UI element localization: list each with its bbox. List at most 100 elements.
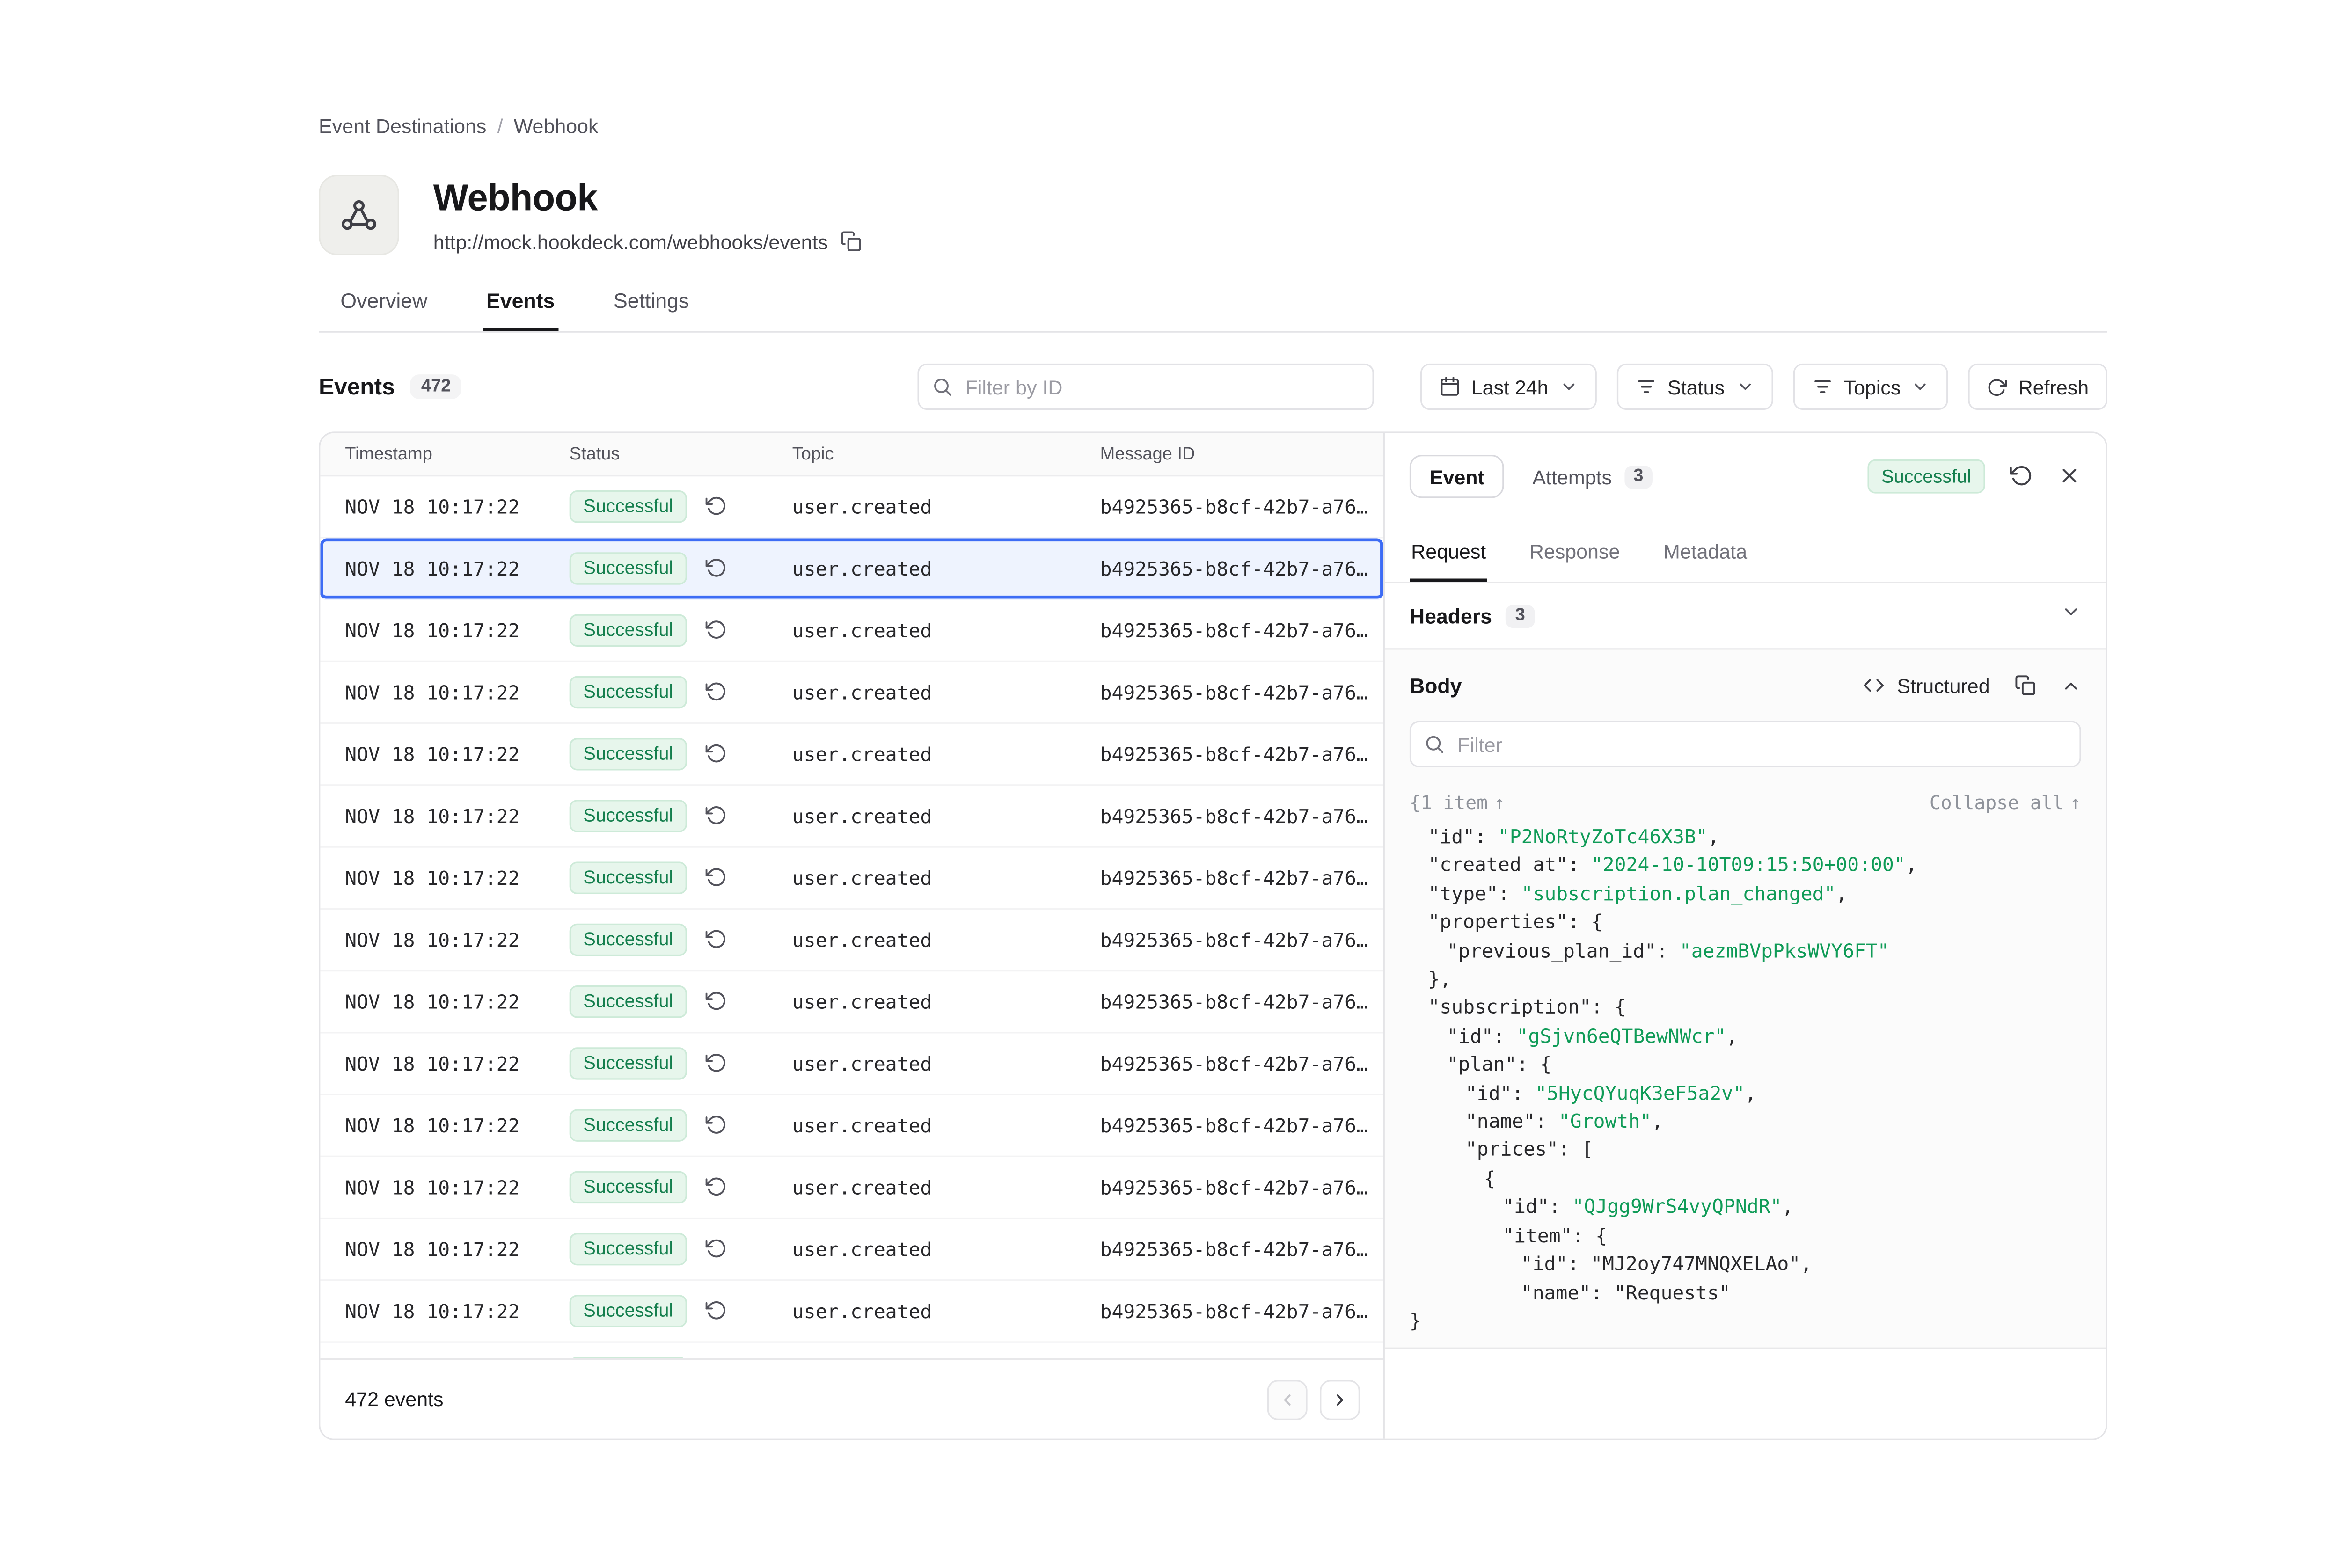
json-line: "item": { <box>1410 1222 2081 1250</box>
row-status-badge: Successful <box>570 1047 687 1080</box>
row-timestamp: NOV 18 10:17:22 <box>345 866 569 890</box>
row-message-id: b4925365-b8cf-42b7-a76… <box>1100 990 1383 1014</box>
time-range-button[interactable]: Last 24h <box>1420 364 1596 410</box>
row-timestamp: NOV 18 10:17:22 <box>345 619 569 642</box>
json-line: "id": "P2NoRtyZoTc46X3B", <box>1410 823 2081 852</box>
row-timestamp: NOV 18 10:17:22 <box>345 804 569 828</box>
row-timestamp: NOV 18 10:17:22 <box>345 990 569 1014</box>
body-filter-input[interactable] <box>1410 721 2081 767</box>
filter-by-id-input[interactable] <box>917 364 1374 410</box>
column-header-timestamp: Timestamp <box>345 445 569 464</box>
row-retry-button[interactable] <box>706 1053 727 1074</box>
json-line: "subscription": { <box>1410 994 2081 1022</box>
row-retry-button[interactable] <box>706 805 727 827</box>
event-row[interactable]: NOV 18 10:17:22 Successful user.created … <box>320 1095 1383 1157</box>
row-message-id: b4925365-b8cf-42b7-a76… <box>1100 495 1383 518</box>
tab-metadata[interactable]: Metadata <box>1662 520 1749 582</box>
event-row[interactable]: NOV 18 10:17:22 Successful user.created … <box>320 1219 1383 1281</box>
row-retry-button[interactable] <box>706 558 727 579</box>
json-line: "plan": { <box>1410 1051 2081 1079</box>
refresh-icon <box>1988 377 2008 397</box>
close-panel-button[interactable] <box>2058 465 2081 488</box>
arrow-up-icon: ↑ <box>1494 792 1505 814</box>
tab-settings[interactable]: Settings <box>610 289 692 331</box>
row-message-id: b4925365-b8cf-42b7-a76… <box>1100 619 1383 642</box>
retry-icon <box>706 1053 727 1074</box>
table-header: Timestamp Status Topic Message ID <box>320 433 1383 477</box>
row-status-badge: Successful <box>570 1109 687 1142</box>
filter-by-id-box <box>917 364 1374 410</box>
column-header-message-id: Message ID <box>1100 445 1383 464</box>
copy-body-button[interactable] <box>2015 674 2036 696</box>
column-header-status: Status <box>570 445 792 464</box>
body-label: Body <box>1410 674 1462 697</box>
row-retry-button[interactable] <box>706 1115 727 1136</box>
event-row[interactable]: NOV 18 10:17:22 Successful user.created … <box>320 1033 1383 1095</box>
tab-overview[interactable]: Overview <box>337 289 431 331</box>
event-tab-button[interactable]: Event <box>1410 455 1505 498</box>
tab-response[interactable]: Response <box>1528 520 1622 582</box>
event-row[interactable]: NOV 18 10:17:22 Successful user.created … <box>320 786 1383 847</box>
retry-icon <box>706 558 727 579</box>
row-topic: user.created <box>792 557 1100 580</box>
topics-filter-button[interactable]: Topics <box>1792 364 1948 410</box>
row-topic: user.created <box>792 990 1100 1014</box>
retry-event-button[interactable] <box>2010 465 2033 488</box>
status-filter-button[interactable]: Status <box>1616 364 1772 410</box>
attempts-tab-button[interactable]: Attempts 3 <box>1532 465 1653 488</box>
json-line: "properties": { <box>1410 908 2081 937</box>
headers-label: Headers <box>1410 604 1492 627</box>
table-rows: NOV 18 10:17:22 Successful user.created … <box>320 476 1383 1358</box>
webhook-icon <box>339 195 379 235</box>
copy-url-button[interactable] <box>840 231 862 252</box>
event-row[interactable]: NOV 18 10:17:22 Successful user.created … <box>320 476 1383 538</box>
json-line: "id": "gSjvn6eQTBewNWcr", <box>1410 1022 2081 1051</box>
json-line: "name": "Requests" <box>1410 1278 2081 1307</box>
structured-view-toggle[interactable]: Structured <box>1863 674 1990 697</box>
row-retry-button[interactable] <box>706 1176 727 1198</box>
row-topic: user.created <box>792 743 1100 766</box>
event-detail-panel: Event Attempts 3 Successful <box>1383 433 2106 1439</box>
next-page-button[interactable] <box>1320 1379 1360 1419</box>
event-row[interactable]: NOV 18 10:17:22 Successful user.created … <box>320 724 1383 786</box>
row-status-badge: Successful <box>570 923 687 956</box>
collapse-body-button[interactable] <box>2061 675 2081 695</box>
row-message-id: b4925365-b8cf-42b7-a76… <box>1100 1176 1383 1199</box>
event-row[interactable]: NOV 18 10:17:22 Successful user.created … <box>320 662 1383 724</box>
row-retry-button[interactable] <box>706 991 727 1013</box>
json-root-collapse-toggle[interactable]: {1 item ↑ <box>1410 792 1505 814</box>
row-message-id: b4925365-b8cf-42b7-a76… <box>1100 1299 1383 1323</box>
event-row[interactable]: NOV 18 10:17:22 Successful user.created … <box>320 848 1383 910</box>
row-retry-button[interactable] <box>706 744 727 765</box>
event-row[interactable]: NOV 18 10:17:22 Successful user.created … <box>320 910 1383 971</box>
chevron-down-icon <box>1735 378 1754 396</box>
row-message-id: b4925365-b8cf-42b7-a76… <box>1100 743 1383 766</box>
row-retry-button[interactable] <box>706 620 727 641</box>
tab-request[interactable]: Request <box>1410 520 1488 582</box>
headers-section-toggle[interactable]: Headers 3 <box>1385 583 2106 649</box>
event-row[interactable]: NOV 18 10:17:22 Successful user.created … <box>320 1343 1383 1358</box>
event-row[interactable]: NOV 18 10:17:22 Successful user.created … <box>320 600 1383 662</box>
row-retry-button[interactable] <box>706 929 727 950</box>
row-retry-button[interactable] <box>706 1300 727 1322</box>
event-row[interactable]: NOV 18 10:17:22 Successful user.created … <box>320 1157 1383 1219</box>
row-timestamp: NOV 18 10:17:22 <box>345 681 569 704</box>
collapse-all-button[interactable]: Collapse all ↑ <box>1930 792 2081 814</box>
row-retry-button[interactable] <box>706 867 727 889</box>
row-topic: user.created <box>792 495 1100 518</box>
row-topic: user.created <box>792 804 1100 828</box>
json-line: "id": "5HycQYuqK3eF5a2v", <box>1410 1079 2081 1108</box>
row-retry-button[interactable] <box>706 681 727 703</box>
row-retry-button[interactable] <box>706 1238 727 1260</box>
row-retry-button[interactable] <box>706 496 727 518</box>
row-status-badge: Successful <box>570 737 687 771</box>
breadcrumb-parent[interactable]: Event Destinations <box>319 115 486 138</box>
event-row[interactable]: NOV 18 10:17:22 Successful user.created … <box>320 1281 1383 1342</box>
refresh-button[interactable]: Refresh <box>1969 364 2107 410</box>
event-row[interactable]: NOV 18 10:17:22 Successful user.created … <box>320 971 1383 1033</box>
event-row[interactable]: NOV 18 10:17:22 Successful user.created … <box>320 539 1383 600</box>
row-topic: user.created <box>792 619 1100 642</box>
tab-events[interactable]: Events <box>483 289 558 331</box>
page: Event Destinations / Webhook Webhook htt… <box>0 0 2340 1568</box>
row-timestamp: NOV 18 10:17:22 <box>345 1238 569 1261</box>
